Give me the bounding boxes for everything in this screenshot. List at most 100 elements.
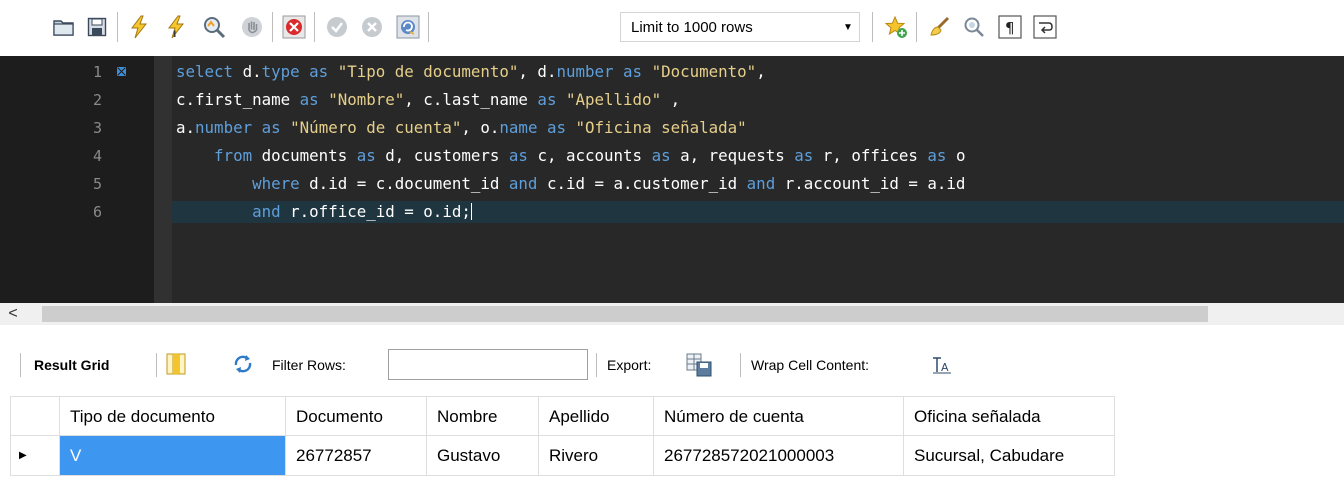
code-line-6: and r.office_id = o.id; — [176, 201, 472, 223]
wrap-cell-content-label: Wrap Cell Content: — [751, 357, 870, 373]
column-header[interactable]: Tipo de documento — [60, 396, 286, 436]
sql-identifier: a. — [176, 118, 196, 137]
sql-editor-toolbar: I Limit to 1000 rows ▼ ¶ — [0, 0, 1344, 56]
sql-string: "Oficina señalada" — [575, 118, 747, 137]
result-toolbar: Result Grid Filter Rows: Export: Wrap Ce… — [0, 343, 1344, 387]
wrap-lines-icon[interactable] — [1031, 12, 1059, 42]
line-number: 3 — [92, 119, 102, 137]
sql-string: "Documento" — [651, 62, 757, 81]
sql-identifier: r.account_id = a.id — [775, 174, 966, 193]
beautify-icon[interactable] — [926, 12, 954, 42]
code-line-4: from documents as d, customers as c, acc… — [176, 145, 965, 167]
sql-keyword: and — [508, 174, 538, 193]
sql-identifier: , — [661, 90, 681, 109]
column-header[interactable]: Oficina señalada — [904, 396, 1115, 436]
sql-identifier: d. — [242, 62, 262, 81]
explain-icon[interactable] — [200, 12, 228, 42]
toggle-error-icon[interactable] — [280, 12, 308, 42]
sql-identifier: , o. — [461, 118, 500, 137]
row-header-corner — [10, 396, 60, 436]
column-header[interactable]: Apellido — [539, 396, 654, 436]
sql-identifier: c, accounts — [527, 146, 652, 165]
sql-identifier: r, offices — [813, 146, 928, 165]
sql-keyword: as — [537, 118, 576, 137]
sql-keyword: type — [261, 62, 300, 81]
code-line-1: select d.type as "Tipo de documento", d.… — [176, 61, 766, 83]
find-icon[interactable] — [960, 12, 988, 42]
export-icon[interactable] — [686, 353, 712, 380]
invisible-chars-icon[interactable]: ¶ — [996, 12, 1024, 42]
sql-keyword: and — [252, 202, 281, 221]
text-cursor — [470, 203, 472, 220]
column-header[interactable]: Documento — [286, 396, 427, 436]
line-number: 2 — [92, 91, 102, 109]
sql-keyword: from — [214, 146, 253, 165]
refresh-icon[interactable] — [232, 353, 254, 378]
sql-identifier: c.id = a.customer_id — [537, 174, 747, 193]
commit-icon[interactable] — [323, 12, 351, 42]
execute-icon[interactable] — [125, 12, 153, 42]
grid-cell[interactable]: 26772857 — [286, 436, 427, 476]
wrap-cell-icon[interactable]: A — [932, 356, 952, 377]
sql-keyword: where — [252, 174, 300, 193]
sql-keyword: name — [499, 118, 538, 137]
sql-identifier: documents — [252, 146, 357, 165]
scroll-left-icon[interactable]: < — [4, 303, 22, 325]
sql-identifier: a, requests — [670, 146, 795, 165]
form-editor-icon[interactable] — [166, 353, 186, 378]
open-folder-icon[interactable] — [50, 12, 78, 42]
svg-text:¶: ¶ — [1005, 19, 1015, 37]
grid-cell-selected[interactable]: V — [60, 436, 286, 476]
execute-current-icon[interactable]: I — [162, 12, 190, 42]
chevron-down-icon[interactable]: ▼ — [837, 22, 859, 33]
sql-string: "Apellido" — [565, 90, 662, 109]
fold-margin — [154, 56, 172, 303]
sql-string: "Número de cuenta" — [290, 118, 462, 137]
stop-icon[interactable] — [238, 12, 266, 42]
column-header[interactable]: Número de cuenta — [654, 396, 904, 436]
sql-editor[interactable]: 1 2 3 4 5 6 select d.type as "Tipo de do… — [0, 56, 1344, 303]
result-grid-tab[interactable]: Result Grid — [34, 355, 109, 375]
grid-cell[interactable]: Gustavo — [427, 436, 539, 476]
code-line-5: where d.id = c.document_id and c.id = a.… — [176, 173, 965, 195]
current-row-indicator-icon[interactable]: ▶ — [10, 436, 60, 476]
sql-keyword: as — [927, 146, 947, 165]
autocommit-icon[interactable] — [394, 12, 422, 42]
sql-identifier: d, customers — [375, 146, 509, 165]
sql-identifier — [176, 174, 252, 193]
code-line-3: a.number as "Número de cuenta", o.name a… — [176, 117, 747, 139]
rollback-icon[interactable] — [358, 12, 386, 42]
filter-rows-label: Filter Rows: — [272, 357, 346, 373]
sql-identifier — [176, 146, 214, 165]
line-number: 4 — [92, 147, 102, 165]
line-number: 6 — [92, 203, 102, 221]
sql-keyword: as — [290, 90, 329, 109]
sql-identifier: c.first_name — [176, 90, 291, 109]
scrollbar-thumb[interactable] — [42, 306, 1208, 322]
filter-rows-input[interactable] — [388, 349, 588, 380]
sql-keyword: as — [508, 146, 528, 165]
limit-rows-select[interactable]: Limit to 1000 rows ▼ — [620, 12, 860, 42]
export-label: Export: — [607, 357, 652, 373]
column-header[interactable]: Nombre — [427, 396, 539, 436]
sql-string: "Nombre" — [328, 90, 405, 109]
sql-keyword: as — [299, 62, 338, 81]
sql-keyword: as — [356, 146, 376, 165]
sql-keyword: as — [527, 90, 566, 109]
sql-identifier: , — [756, 62, 766, 81]
code-area[interactable]: select d.type as "Tipo de documento", d.… — [172, 56, 1344, 303]
grid-cell[interactable]: 267728572021000003 — [654, 436, 904, 476]
snippet-icon[interactable] — [882, 12, 910, 42]
grid-cell[interactable]: Rivero — [539, 436, 654, 476]
sql-keyword: number — [195, 118, 253, 137]
grid-cell[interactable]: Sucursal, Cabudare — [904, 436, 1115, 476]
sql-keyword: as — [252, 118, 291, 137]
line-number-gutter: 1 2 3 4 5 6 — [0, 56, 154, 303]
code-line-2: c.first_name as "Nombre", c.last_name as… — [176, 89, 680, 111]
line-number: 1 — [92, 63, 102, 81]
sql-keyword: as — [794, 146, 814, 165]
sql-identifier: o — [946, 146, 966, 165]
save-icon[interactable] — [83, 12, 111, 42]
statement-marker-icon — [117, 67, 126, 76]
horizontal-scrollbar[interactable]: < — [0, 303, 1344, 325]
